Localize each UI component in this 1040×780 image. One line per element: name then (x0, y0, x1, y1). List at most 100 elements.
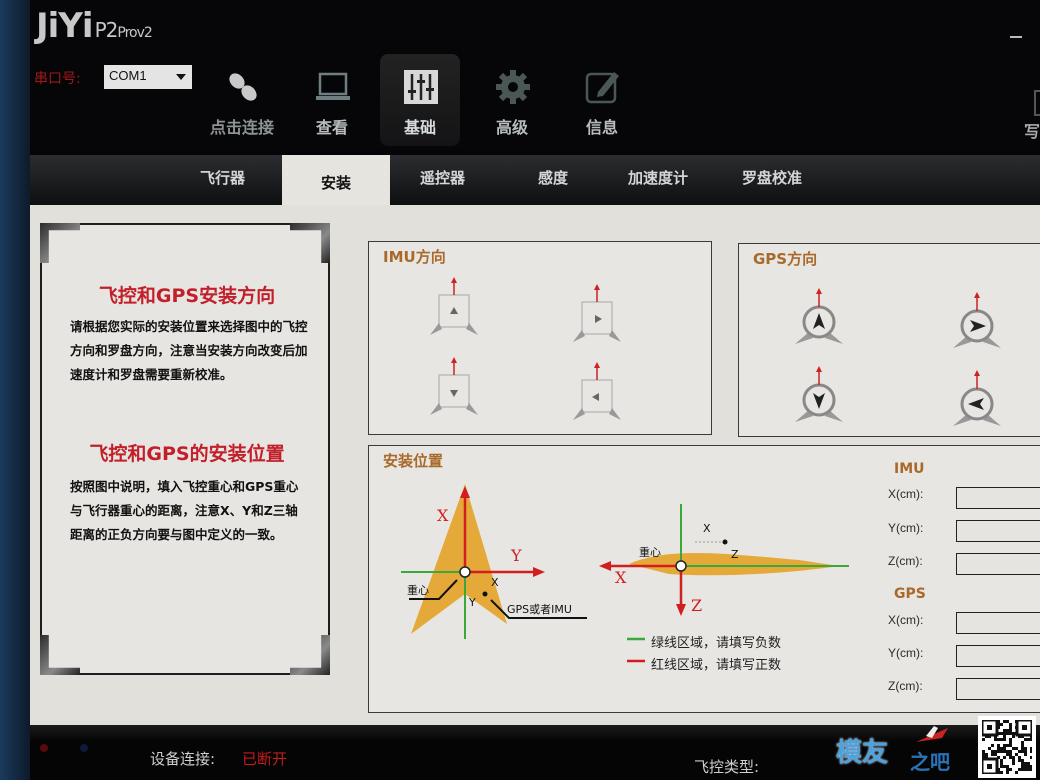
legend-green-text: 绿线区域，请填写负数 (651, 636, 782, 651)
imu-z-label: Z(cm): (888, 554, 923, 568)
nav-view[interactable]: 查看 (292, 54, 372, 146)
minimize-button[interactable] (1010, 36, 1022, 38)
imu-option-right[interactable] (573, 284, 621, 342)
sensor-label: GPS或者IMU (507, 603, 572, 616)
airplane-icon (916, 726, 948, 742)
tab-install[interactable]: 安装 (282, 155, 390, 210)
arrow-x-head (460, 486, 470, 498)
nav-connect[interactable]: 点击连接 (202, 54, 282, 146)
cg-marker-side (675, 560, 687, 572)
tab-aircraft[interactable]: 飞行器 (200, 167, 245, 188)
logo-suffix: Prov2 (117, 25, 152, 41)
axis-z-label: Z (691, 596, 703, 615)
info-panel: 飞控和GPS安装方向 请根据您实际的安装位置来选择图中的飞控方向和罗盘方向，注意… (40, 223, 330, 675)
nav-connect-label: 点击连接 (209, 118, 274, 137)
side-cg-label: 重心 (639, 546, 661, 559)
gps-section-label: GPS (894, 586, 926, 602)
install-diagram (401, 484, 849, 663)
watermark-sub: 之吧 (910, 750, 950, 774)
tab-compass[interactable]: 罗盘校准 (742, 167, 802, 188)
cg-marker (459, 566, 471, 578)
chevron-down-icon (176, 74, 186, 80)
monitor-screen: JiYi P2Prov2 串口号: COM1 点击连接 查看 基础 高级 信息 … (0, 0, 1040, 780)
watermark-text: 模友 (836, 738, 889, 768)
arrow-z-head (676, 604, 686, 616)
port-label: 串口号: (34, 71, 81, 87)
tab-accelerometer[interactable]: 加速度计 (628, 167, 688, 188)
frame-corner (40, 635, 80, 675)
logo-brand: JiYi (36, 6, 94, 46)
imu-section-label: IMU (894, 461, 925, 477)
laptop-icon (316, 72, 350, 100)
gps-direction-title: GPS方向 (753, 250, 818, 268)
nav-info[interactable]: 信息 (562, 54, 642, 146)
nav-advanced-label: 高级 (495, 118, 528, 137)
fc-type-label: 飞控类型: (694, 758, 760, 776)
axis-y-label: Y (511, 546, 522, 565)
status-led-red (40, 744, 48, 752)
gps-direction-options (795, 288, 1001, 426)
imu-x-label: X(cm): (888, 487, 924, 501)
nav-info-label: 信息 (585, 118, 618, 137)
tab-remote[interactable]: 遥控器 (420, 167, 465, 188)
gps-x-input[interactable] (956, 612, 1040, 634)
nav-view-label: 查看 (315, 118, 348, 137)
imu-x-input[interactable] (956, 487, 1040, 509)
orientation-arrow-icon (450, 307, 458, 314)
side-axis-x-label: X (615, 568, 627, 587)
imu-option-forward[interactable] (430, 277, 478, 335)
watermark-logo: 模友 之吧 (836, 722, 956, 780)
gps-z-input[interactable] (956, 678, 1040, 700)
info-text-position: 按照图中说明，填入飞控重心和GPS重心与飞行器重心的距离，注意X、Y和Z三轴距离… (70, 479, 299, 542)
tab-bar: 飞行器 安装 遥控器 感度 加速度计 罗盘校准 (30, 155, 1040, 210)
gps-y-label: Y(cm): (888, 646, 924, 660)
gps-option-left[interactable] (953, 370, 1001, 426)
orientation-arrow-icon (595, 315, 602, 323)
imu-direction-box: IMU方向 (368, 241, 712, 435)
install-position-box: 安装位置 X Y 重心 X Y GPS或者IMU X Z 重心 X Z 绿线区域… (368, 445, 1040, 713)
imu-option-backward[interactable] (430, 357, 478, 415)
write-icon (1034, 90, 1040, 116)
edit-icon (585, 72, 619, 104)
gear-icon (496, 70, 530, 104)
logo-model: P2 (94, 18, 119, 42)
gps-option-forward[interactable] (795, 288, 843, 344)
imu-y-label: Y(cm): (888, 521, 924, 535)
gps-direction-box: GPS方向 (738, 243, 1040, 437)
cg-label: 重心 (407, 584, 429, 597)
app-window: JiYi P2Prov2 串口号: COM1 点击连接 查看 基础 高级 信息 … (30, 0, 1040, 780)
side-small-x-label: X (703, 522, 711, 535)
imu-y-input[interactable] (956, 520, 1040, 542)
sliders-icon (404, 70, 438, 104)
frame-corner (40, 223, 80, 263)
side-small-z-label: Z (731, 548, 739, 561)
imu-direction-title: IMU方向 (383, 248, 446, 266)
gps-z-label: Z(cm): (888, 679, 923, 693)
small-x-label: X (491, 576, 499, 589)
axis-x-label: X (437, 506, 449, 525)
sensor-marker-side (722, 539, 728, 545)
small-y-label: Y (469, 596, 476, 609)
nav-advanced[interactable]: 高级 (472, 54, 552, 146)
arrow-x-side-head (599, 561, 611, 571)
orientation-arrow-icon (592, 393, 599, 401)
gps-option-right[interactable] (953, 292, 1001, 348)
port-select[interactable]: COM1 (104, 65, 192, 89)
gps-option-backward[interactable] (795, 366, 843, 422)
gps-y-input[interactable] (956, 645, 1040, 667)
qr-code (978, 716, 1036, 778)
top-toolbar: JiYi P2Prov2 串口号: COM1 点击连接 查看 基础 高级 信息 … (30, 0, 1040, 150)
sensor-marker (482, 591, 488, 597)
imu-z-input[interactable] (956, 553, 1040, 575)
app-logo: JiYi P2Prov2 (36, 6, 153, 46)
device-connection-label: 设备连接: (150, 750, 216, 768)
arrow-y-head (533, 567, 545, 577)
qr-code-pattern (980, 718, 1034, 776)
imu-option-left[interactable] (573, 362, 621, 420)
gps-x-label: X(cm): (888, 613, 924, 627)
status-led-blue (80, 744, 88, 752)
nav-basic[interactable]: 基础 (380, 54, 460, 146)
tab-sensitivity[interactable]: 感度 (538, 167, 568, 188)
nav-write[interactable]: 写 (1024, 118, 1040, 142)
frame-corner (290, 635, 330, 675)
